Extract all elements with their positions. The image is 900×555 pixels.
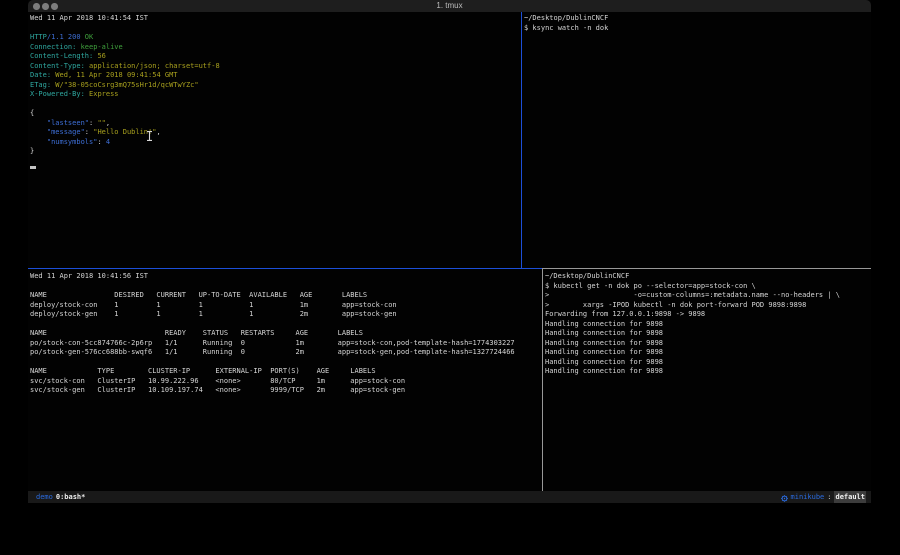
terminal-text-segment: "" (97, 119, 105, 127)
terminal-line: X-Powered-By: Express (30, 90, 521, 100)
terminal-line: NAME TYPE CLUSTER-IP EXTERNAL-IP PORT(S)… (30, 367, 542, 377)
pane-divider-horizontal-active[interactable] (28, 268, 542, 269)
terminal-line (30, 166, 521, 176)
terminal-text-segment: /1.1 200 (47, 33, 85, 41)
terminal-line: Forwarding from 127.0.0.1:9898 -> 9898 (545, 310, 871, 320)
terminal-text-segment: W/"38-05coCsrg3mQ75sHr1d/qcWTwYZc" (55, 81, 198, 89)
terminal-line: Handling connection for 9898 (545, 320, 871, 330)
terminal-text-segment: "lastseen" (47, 119, 89, 127)
terminal-text-segment: Connection: (30, 43, 76, 51)
terminal-line: HTTP/1.1 200 OK (30, 33, 521, 43)
terminal-line: { (30, 109, 521, 119)
terminal-text-segment: HTTP (30, 33, 47, 41)
terminal-line: } (30, 147, 521, 157)
terminal-text-segment (30, 138, 47, 146)
terminal-text-segment: OK (85, 33, 93, 41)
terminal-line: ~/Desktop/DublinCNCF (524, 14, 871, 24)
terminal-line: Handling connection for 9898 (545, 339, 871, 349)
terminal-text-segment: keep-alive (81, 43, 123, 51)
terminal-line: Date: Wed, 11 Apr 2018 09:41:54 GMT (30, 71, 521, 81)
terminal-line: NAME READY STATUS RESTARTS AGE LABELS (30, 329, 542, 339)
terminal-line: NAME DESIRED CURRENT UP-TO-DATE AVAILABL… (30, 291, 542, 301)
window-label[interactable]: 0:bash* (56, 491, 86, 503)
pane-divider-horizontal[interactable] (542, 268, 871, 269)
terminal-line: $ ksync watch -n dok (524, 24, 871, 34)
terminal-line: $ kubectl get -n dok po --selector=app=s… (545, 282, 871, 292)
window-titlebar[interactable]: 1. tmux (28, 0, 871, 12)
terminal-text-segment: 56 (97, 52, 105, 60)
terminal-line: Content-Type: application/json; charset=… (30, 62, 521, 72)
terminal-line (30, 24, 521, 34)
kube-context: minikube (791, 491, 825, 503)
terminal-text-segment: Wed, 11 Apr 2018 09:41:54 GMT (55, 71, 177, 79)
terminal-text-segment: "numsymbols" (47, 138, 98, 146)
tmux-status-bar: demo 0:bash* minikube:default (28, 491, 871, 503)
terminal-line (30, 320, 542, 330)
terminal-line: Handling connection for 9898 (545, 367, 871, 377)
session-name: demo (36, 491, 53, 503)
terminal-line: "lastseen": "", (30, 119, 521, 129)
terminal-line: Content-Length: 56 (30, 52, 521, 62)
terminal-line: Handling connection for 9898 (545, 329, 871, 339)
mouse-text-cursor (146, 126, 153, 136)
terminal-text-segment: "message" (47, 128, 85, 136)
terminal-text-segment: 4 (106, 138, 110, 146)
terminal-text-segment: : (85, 128, 93, 136)
terminal-text-segment: , (156, 128, 160, 136)
terminal-line: po/stock-con-5cc874766c-2p6rp 1/1 Runnin… (30, 339, 542, 349)
pane-divider-vertical-bottom[interactable] (542, 269, 543, 491)
pane-http-response[interactable]: Wed 11 Apr 2018 10:41:54 IST HTTP/1.1 20… (28, 12, 521, 268)
terminal-line: deploy/stock-con 1 1 1 1 1m app=stock-co… (30, 301, 542, 311)
pane-divider-vertical-top[interactable] (521, 12, 522, 269)
kube-namespace: default (834, 491, 866, 503)
terminal-text-segment: Content-Type: (30, 62, 85, 70)
terminal-line: Connection: keep-alive (30, 43, 521, 53)
terminal-text-segment: Date: (30, 71, 51, 79)
terminal-line: > -o=custom-columns=:metadata.name --no-… (545, 291, 871, 301)
terminal-line: svc/stock-con ClusterIP 10.99.222.96 <no… (30, 377, 542, 387)
pane-port-forward[interactable]: ~/Desktop/DublinCNCF$ kubectl get -n dok… (543, 269, 871, 491)
close-button[interactable] (33, 3, 40, 10)
terminal-text-segment: Content-Length: (30, 52, 93, 60)
terminal-line (30, 282, 542, 292)
terminal-line: po/stock-gen-576cc688bb-swqf6 1/1 Runnin… (30, 348, 542, 358)
pane-kubectl-resources[interactable]: Wed 11 Apr 2018 10:41:56 IST NAME DESIRE… (28, 269, 542, 491)
block-cursor (30, 166, 36, 169)
terminal-line: deploy/stock-gen 1 1 1 1 2m app=stock-ge… (30, 310, 542, 320)
terminal-line (30, 100, 521, 110)
terminal-line: svc/stock-gen ClusterIP 10.109.197.74 <n… (30, 386, 542, 396)
terminal-line: "numsymbols": 4 (30, 138, 521, 148)
terminal-text-segment: Express (89, 90, 119, 98)
kube-separator: : (827, 491, 831, 503)
terminal-text-segment: application/json; charset=utf-8 (89, 62, 220, 70)
terminal-text-segment: , (106, 119, 110, 127)
terminal-line: Wed 11 Apr 2018 10:41:56 IST (30, 272, 542, 282)
terminal-line: > xargs -IPOD kubectl -n dok port-forwar… (545, 301, 871, 311)
terminal-line: Wed 11 Apr 2018 10:41:54 IST (30, 14, 521, 24)
zoom-button[interactable] (51, 3, 58, 10)
window-title: 1. tmux (28, 0, 871, 12)
terminal-line (30, 157, 521, 167)
terminal-text-segment (30, 128, 47, 136)
traffic-lights (33, 3, 58, 10)
terminal-text-segment: ETag: (30, 81, 51, 89)
kubernetes-helm-icon (781, 494, 788, 501)
minimize-button[interactable] (42, 3, 49, 10)
terminal-line: "message": "Hello Dublin!", (30, 128, 521, 138)
terminal-line: Handling connection for 9898 (545, 358, 871, 368)
terminal-text-segment (30, 119, 47, 127)
terminal-text-segment: : (97, 138, 105, 146)
terminal-line (30, 358, 542, 368)
terminal-line: ETag: W/"38-05coCsrg3mQ75sHr1d/qcWTwYZc" (30, 81, 521, 91)
pane-ksync-watch[interactable]: ~/Desktop/DublinCNCF$ ksync watch -n dok (522, 12, 871, 268)
terminal-window: 1. tmux Wed 11 Apr 2018 10:41:54 IST HTT… (28, 0, 871, 503)
terminal-line: ~/Desktop/DublinCNCF (545, 272, 871, 282)
terminal-line: Handling connection for 9898 (545, 348, 871, 358)
terminal-text-segment: X-Powered-By: (30, 90, 85, 98)
